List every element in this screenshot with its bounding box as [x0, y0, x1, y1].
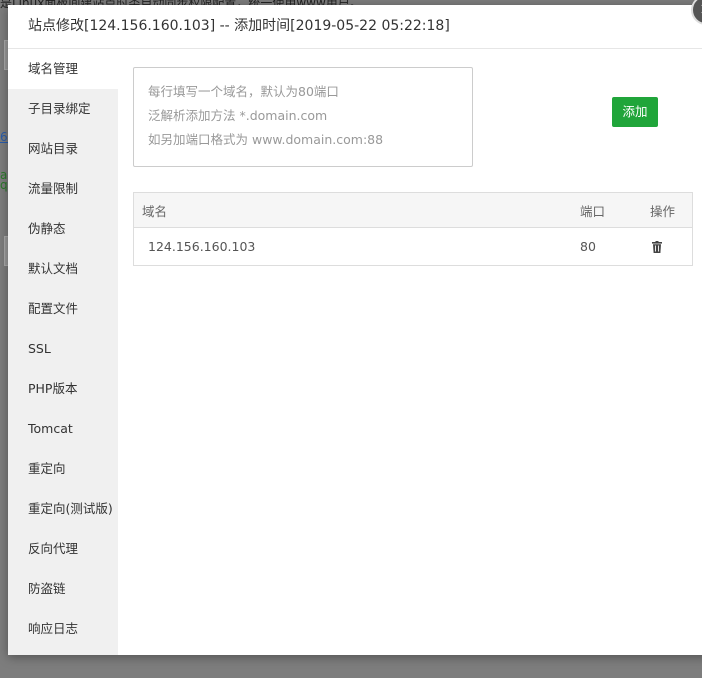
domain-table-header: 域名 端口 操作 [134, 193, 692, 228]
column-header-port: 端口 [580, 203, 606, 219]
trash-icon[interactable] [652, 228, 662, 265]
site-edit-modal: 站点修改[124.156.160.103] -- 添加时间[2019-05-22… [8, 0, 702, 655]
placeholder-line-3: 如另加端口格式为 www.domain.com:88 [148, 132, 384, 147]
sidebar-item-subdirectory-binding[interactable]: 子目录绑定 [8, 89, 118, 129]
sidebar-item-site-directory[interactable]: 网站目录 [8, 129, 118, 169]
domain-input-textarea[interactable]: 每行填写一个域名，默认为80端口 泛解析添加方法 *.domain.com 如另… [133, 67, 473, 167]
sidebar-item-redirect-beta[interactable]: 重定向(测试版) [8, 489, 118, 529]
sidebar-item-default-document[interactable]: 默认文档 [8, 249, 118, 289]
background-text-fragment-2: q [0, 178, 8, 192]
column-header-domain: 域名 [142, 203, 168, 219]
table-row: 124.156.160.103 80 [134, 228, 692, 265]
sidebar-item-traffic-limit[interactable]: 流量限制 [8, 169, 118, 209]
sidebar-item-hotlink-protection[interactable]: 防盗链 [8, 569, 118, 609]
port-cell: 80 [580, 239, 596, 254]
add-domain-button[interactable]: 添加 [612, 97, 658, 127]
sidebar-item-redirect[interactable]: 重定向 [8, 449, 118, 489]
domain-cell: 124.156.160.103 [148, 239, 256, 254]
modal-title: 站点修改[124.156.160.103] -- 添加时间[2019-05-22… [8, 5, 702, 49]
sidebar-item-reverse-proxy[interactable]: 反向代理 [8, 529, 118, 569]
sidebar-item-config-file[interactable]: 配置文件 [8, 289, 118, 329]
domain-table: 域名 端口 操作 124.156.160.103 80 [133, 192, 693, 266]
sidebar-item-ssl[interactable]: SSL [8, 329, 118, 369]
sidebar-item-rewrite[interactable]: 伪静态 [8, 209, 118, 249]
sidebar-item-domain-management[interactable]: 域名管理 [8, 49, 118, 89]
column-header-action: 操作 [650, 203, 676, 219]
sidebar-item-php-version[interactable]: PHP版本 [8, 369, 118, 409]
sidebar-menu: 域名管理 子目录绑定 网站目录 流量限制 伪静态 默认文档 配置文件 SSL P… [8, 49, 118, 655]
domain-management-panel: 每行填写一个域名，默认为80端口 泛解析添加方法 *.domain.com 如另… [118, 49, 702, 655]
placeholder-line-1: 每行填写一个域名，默认为80端口 [148, 84, 339, 99]
placeholder-line-2: 泛解析添加方法 *.domain.com [148, 108, 328, 123]
sidebar-item-tomcat[interactable]: Tomcat [8, 409, 118, 449]
sidebar-item-response-log[interactable]: 响应日志 [8, 609, 118, 649]
